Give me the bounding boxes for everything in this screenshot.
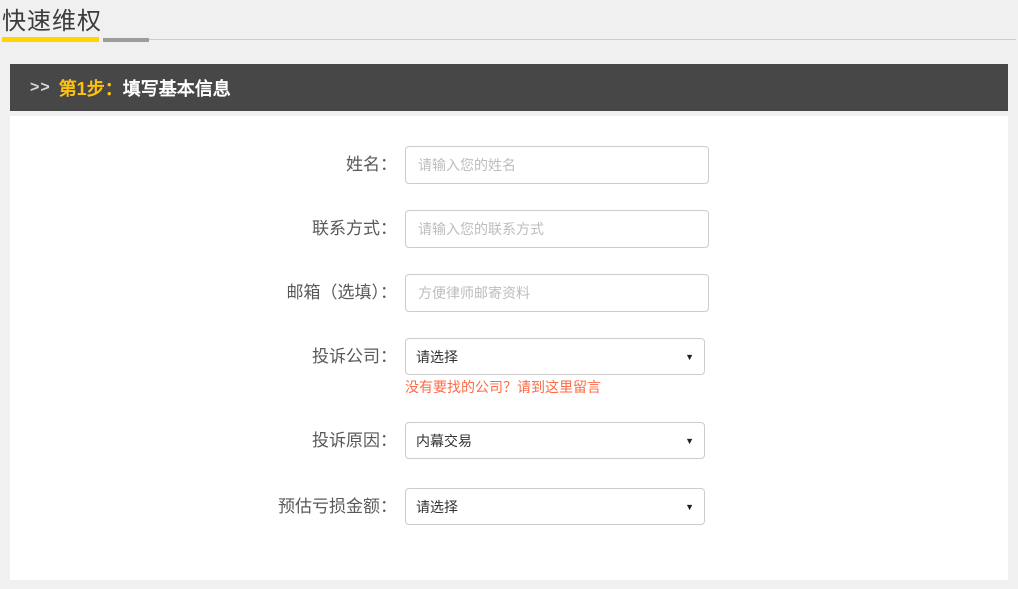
- company-select-wrap: 请选择: [405, 338, 705, 375]
- page-title: 快速维权: [2, 7, 1016, 36]
- page: 快速维权 >> 第1步： 填写基本信息 姓名： 联系方式： 邮箱（选填）：: [0, 0, 1018, 580]
- loss-amount-select-wrap: 请选择: [405, 488, 705, 525]
- loss-amount-select[interactable]: 请选择: [405, 488, 705, 525]
- form-row-name: 姓名：: [10, 146, 1008, 184]
- form-row-reason: 投诉原因： 内幕交易: [10, 422, 1008, 460]
- reason-select-wrap: 内幕交易: [405, 422, 705, 459]
- email-label: 邮箱（选填）：: [10, 274, 397, 312]
- reason-select[interactable]: 内幕交易: [405, 422, 705, 459]
- company-not-found-link[interactable]: 没有要找的公司？请到这里留言: [405, 379, 705, 396]
- company-control-column: 请选择 没有要找的公司？请到这里留言: [405, 338, 705, 396]
- step-title-label: 填写基本信息: [123, 75, 231, 101]
- form-panel: 姓名： 联系方式： 邮箱（选填）： 投诉公司： 请选择: [10, 116, 1008, 580]
- name-label: 姓名：: [10, 146, 397, 184]
- name-input[interactable]: [405, 146, 709, 184]
- double-chevron-icon: >>: [30, 79, 51, 97]
- loss-amount-label: 预估亏损金额：: [10, 488, 397, 526]
- title-underline-rule: [149, 39, 1016, 40]
- step-number-label: 第1步：: [59, 75, 123, 101]
- form-row-loss-amount: 预估亏损金额： 请选择: [10, 488, 1008, 526]
- contact-input[interactable]: [405, 210, 709, 248]
- page-header: 快速维权: [0, 0, 1018, 42]
- reason-label: 投诉原因：: [10, 422, 397, 460]
- title-underline-gray-segment: [103, 38, 149, 42]
- title-underline-yellow-segment: [2, 37, 99, 42]
- title-underline: [2, 37, 1016, 42]
- company-select[interactable]: 请选择: [405, 338, 705, 375]
- email-input[interactable]: [405, 274, 709, 312]
- contact-label: 联系方式：: [10, 210, 397, 248]
- company-label: 投诉公司：: [10, 338, 397, 376]
- form-row-contact: 联系方式：: [10, 210, 1008, 248]
- quick-rights-form: 姓名： 联系方式： 邮箱（选填）： 投诉公司： 请选择: [10, 146, 1008, 526]
- form-row-email: 邮箱（选填）：: [10, 274, 1008, 312]
- step-header-bar: >> 第1步： 填写基本信息: [10, 64, 1008, 111]
- form-row-company: 投诉公司： 请选择 没有要找的公司？请到这里留言: [10, 338, 1008, 396]
